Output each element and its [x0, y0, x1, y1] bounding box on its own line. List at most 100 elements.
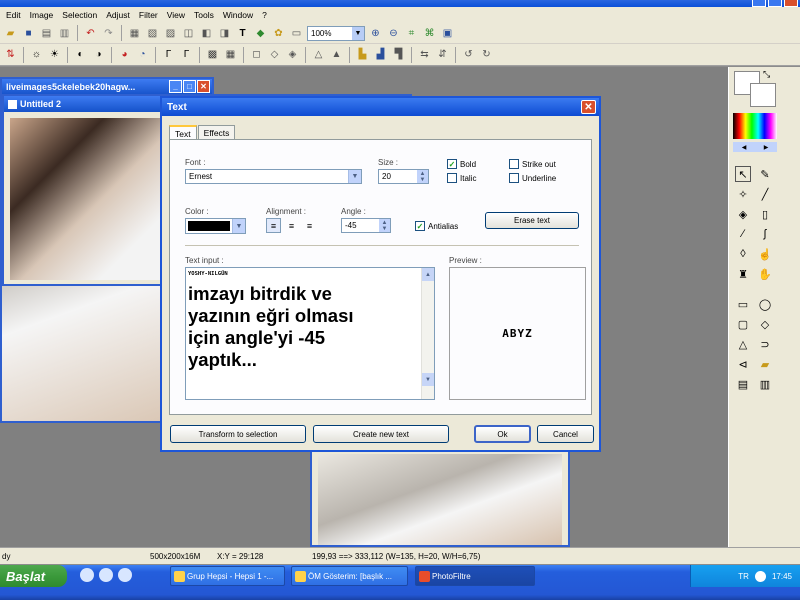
minimize-button[interactable]: [752, 0, 766, 7]
border-icon[interactable]: ▙: [355, 47, 370, 62]
desktop-icon[interactable]: [80, 568, 94, 582]
layer-icon[interactable]: ▥: [757, 376, 773, 392]
canvas-size-icon[interactable]: ◨: [217, 26, 232, 41]
menu-edit[interactable]: Edit: [6, 10, 21, 20]
brightness-up-icon[interactable]: ☼: [29, 47, 44, 62]
align-left-button[interactable]: ≡: [266, 218, 281, 233]
rotate-left-icon[interactable]: ↺: [461, 47, 476, 62]
strikeout-checkbox[interactable]: Strike out: [509, 159, 556, 169]
erase-text-button[interactable]: Erase text: [485, 212, 579, 229]
menu-view[interactable]: View: [167, 10, 185, 20]
chevron-left-icon[interactable]: ◀: [742, 144, 747, 151]
task-photofiltre[interactable]: PhotoFiltre: [415, 566, 535, 586]
saturation-up-icon[interactable]: ◕: [117, 47, 132, 62]
size-select[interactable]: 20 ▲ ▼: [378, 169, 429, 184]
smudge-icon[interactable]: ☝: [757, 246, 773, 262]
rounded-rect-select-icon[interactable]: ▢: [735, 316, 751, 332]
align-right-button[interactable]: ≡: [302, 218, 317, 233]
close-icon[interactable]: ✕: [581, 100, 596, 114]
blur-drop-icon[interactable]: ◊: [735, 246, 751, 262]
soften-icon[interactable]: △: [311, 47, 326, 62]
gamma-up-icon[interactable]: Γ: [161, 47, 176, 62]
window-icon[interactable]: ▣: [440, 26, 455, 41]
font-select[interactable]: Ernest ▼: [185, 169, 362, 184]
scrollbar[interactable]: ▲ ▼: [421, 268, 434, 399]
rectangle-select-icon[interactable]: ▭: [735, 296, 751, 312]
eyedropper-icon[interactable]: ✎: [757, 166, 773, 182]
task-grup-hepsi[interactable]: Grup Hepsi - Hepsi 1 -...: [170, 566, 285, 586]
auto-levels-icon[interactable]: ⇅: [3, 47, 18, 62]
save-icon[interactable]: ■: [21, 26, 36, 41]
photo-canvas[interactable]: [10, 118, 162, 280]
zoom-in-icon[interactable]: ⊕: [368, 26, 383, 41]
menu-image[interactable]: Image: [30, 10, 54, 20]
paste-new-icon[interactable]: ▨: [163, 26, 178, 41]
color-select[interactable]: ▼: [185, 218, 246, 234]
mirror-icon[interactable]: ⇵: [435, 47, 450, 62]
menu-tools[interactable]: Tools: [194, 10, 214, 20]
open-icon[interactable]: ▰: [3, 26, 18, 41]
fit-window-icon[interactable]: ⌗: [404, 26, 419, 41]
menu-window[interactable]: Window: [223, 10, 253, 20]
redo-icon[interactable]: ↷: [101, 26, 116, 41]
sharpen-more-icon[interactable]: ▲: [329, 47, 344, 62]
rotate-right-icon[interactable]: ↻: [479, 47, 494, 62]
underline-checkbox[interactable]: Underline: [509, 173, 556, 183]
bold-checkbox[interactable]: ✓ Bold: [447, 159, 476, 169]
swap-colors-icon[interactable]: ⤡: [763, 69, 770, 80]
polygon-select-icon[interactable]: ⊲: [735, 356, 751, 372]
text-input-area[interactable]: YOSHY-NILGÜN imzayı bitrdik ve yazının e…: [185, 267, 435, 400]
frame-icon[interactable]: ▟: [373, 47, 388, 62]
gamma-down-icon[interactable]: Γ: [179, 47, 194, 62]
load-shape-icon[interactable]: ▰: [757, 356, 773, 372]
color-palette[interactable]: [733, 113, 777, 139]
menu-selection[interactable]: Selection: [62, 10, 97, 20]
fill-bucket-icon[interactable]: ◈: [735, 206, 751, 222]
zoom-select[interactable]: 100% ▼: [307, 25, 365, 41]
image-size-icon[interactable]: ◧: [199, 26, 214, 41]
lasso-icon[interactable]: ⊃: [757, 336, 773, 352]
messenger-icon[interactable]: [118, 568, 132, 582]
magic-wand-icon[interactable]: ✧: [735, 186, 751, 202]
grayscale-icon[interactable]: ▩: [205, 47, 220, 62]
language-indicator[interactable]: TR: [738, 572, 749, 581]
ok-button[interactable]: Ok: [474, 425, 531, 443]
create-new-text-button[interactable]: Create new text: [313, 425, 449, 443]
close-button[interactable]: [784, 0, 798, 7]
palette-icon[interactable]: ◆: [253, 26, 268, 41]
paste-icon[interactable]: ▧: [145, 26, 160, 41]
contrast-up-icon[interactable]: ◐: [73, 47, 88, 62]
tray-icon[interactable]: [754, 570, 766, 582]
angle-input[interactable]: -45 ▲ ▼: [341, 218, 391, 233]
contrast-down-icon[interactable]: ◑: [91, 47, 106, 62]
print-icon[interactable]: ▤: [39, 26, 54, 41]
menu-filter[interactable]: Filter: [139, 10, 158, 20]
menu-help[interactable]: ?: [262, 10, 267, 20]
close-icon[interactable]: ✕: [197, 80, 210, 93]
actual-size-icon[interactable]: ⌘: [422, 26, 437, 41]
flip-icon[interactable]: ⇆: [417, 47, 432, 62]
start-button[interactable]: Başlat: [0, 565, 67, 587]
duplicate-icon[interactable]: ◫: [181, 26, 196, 41]
fullscreen-icon[interactable]: ▭: [289, 26, 304, 41]
copy-icon[interactable]: ▦: [127, 26, 142, 41]
saturation-down-icon[interactable]: ◔: [135, 47, 150, 62]
maximize-icon[interactable]: □: [183, 80, 196, 93]
drop-icon[interactable]: ◇: [267, 47, 282, 62]
scroll-down-icon[interactable]: ▼: [422, 373, 434, 386]
undo-icon[interactable]: ↶: [83, 26, 98, 41]
spray-icon[interactable]: ▯: [757, 206, 773, 222]
background-color-swatch[interactable]: [750, 83, 776, 107]
stamp-icon[interactable]: ♜: [735, 266, 751, 282]
ellipse-select-icon[interactable]: ◯: [757, 296, 773, 312]
maximize-button[interactable]: [768, 0, 782, 7]
diamond-select-icon[interactable]: ◇: [757, 316, 773, 332]
text-icon[interactable]: T: [235, 26, 250, 41]
negative-icon[interactable]: ▦: [223, 47, 238, 62]
clock[interactable]: 17:45: [772, 572, 792, 581]
photo-canvas[interactable]: [318, 454, 562, 545]
align-center-button[interactable]: ≡: [284, 218, 299, 233]
line-tool-icon[interactable]: ╱: [757, 186, 773, 202]
antialias-checkbox[interactable]: ✓ Antialias: [415, 221, 458, 231]
brightness-down-icon[interactable]: ☀: [47, 47, 62, 62]
